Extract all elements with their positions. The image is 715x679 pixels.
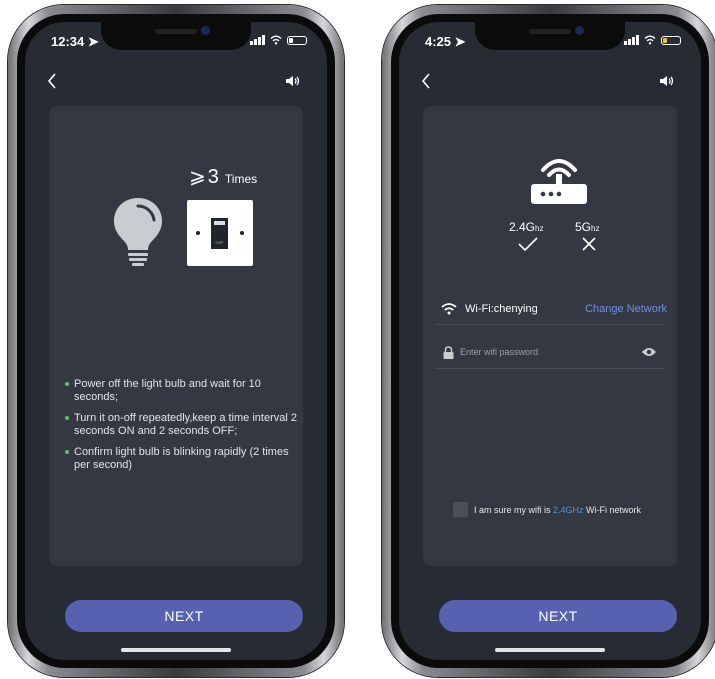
password-input[interactable] — [460, 347, 640, 357]
signal-icon — [624, 35, 639, 45]
eye-icon[interactable] — [641, 347, 657, 357]
close-icon — [582, 237, 596, 251]
change-network-link[interactable]: Change Network — [585, 303, 667, 315]
screen-reset-device: 12:34 ➤ ⩾ 3 Times OFF Power off the ligh… — [25, 22, 327, 660]
divider — [435, 324, 665, 325]
password-row — [443, 342, 657, 362]
notch — [101, 22, 251, 50]
confirm-checkbox[interactable] — [453, 502, 468, 517]
switch-screw — [196, 231, 200, 235]
list-item: Confirm light bulb is blinking rapidly (… — [65, 446, 305, 472]
back-icon[interactable] — [47, 72, 57, 90]
band-label-5: 5Ghz — [575, 220, 600, 234]
notch — [475, 22, 625, 50]
switch-rocker: OFF — [211, 218, 228, 249]
list-item: Power off the light bulb and wait for 10… — [65, 378, 305, 404]
phone-left: 12:34 ➤ ⩾ 3 Times OFF Power off the ligh… — [8, 5, 344, 677]
signal-icon — [250, 35, 265, 45]
next-button[interactable]: NEXT — [439, 600, 677, 632]
screen-wifi-setup: 4:25 ➤ 2.4Ghz 5Ghz Wi-Fi:chenying Change… — [399, 22, 701, 660]
confirm-text: I am sure my wifi is 2.4GHz Wi-Fi networ… — [474, 504, 642, 515]
wifi-status-icon — [270, 35, 282, 45]
wifi-card: 2.4Ghz 5Ghz Wi-Fi:chenying Change Networ… — [423, 106, 677, 566]
home-indicator[interactable] — [121, 648, 231, 652]
band-label-24: 2.4Ghz — [509, 220, 544, 234]
gte-symbol: ⩾ — [189, 166, 206, 188]
status-icons — [250, 35, 307, 45]
bulb-icon — [114, 198, 162, 266]
switch-icon: OFF — [187, 200, 253, 266]
wifi-status-icon — [644, 35, 656, 45]
instruction-list: Power off the light bulb and wait for 10… — [65, 378, 305, 480]
check-icon — [518, 237, 538, 252]
battery-icon — [661, 35, 681, 45]
battery-icon — [287, 35, 307, 45]
lock-icon — [443, 345, 454, 359]
instruction-card: ⩾ 3 Times OFF Power off the light bulb a… — [49, 106, 303, 566]
home-indicator[interactable] — [495, 648, 605, 652]
phone-bezel: 4:25 ➤ 2.4Ghz 5Ghz Wi-Fi:chenying Change… — [391, 14, 709, 668]
wifi-icon — [441, 303, 457, 315]
wifi-name: Wi-Fi:chenying — [465, 303, 538, 315]
wifi-network-row: Wi-Fi:chenying Change Network — [441, 298, 667, 320]
speaker-icon[interactable] — [285, 74, 301, 88]
divider — [435, 368, 665, 369]
status-time: 4:25 ➤ — [425, 34, 466, 49]
list-item: Turn it on-off repeatedly,keep a time in… — [65, 412, 305, 438]
times-count: 3 — [207, 166, 219, 188]
phone-right: 4:25 ➤ 2.4Ghz 5Ghz Wi-Fi:chenying Change… — [382, 5, 715, 677]
confirm-row: I am sure my wifi is 2.4GHz Wi-Fi networ… — [453, 502, 641, 517]
status-time: 12:34 ➤ — [51, 34, 99, 49]
switch-off-label: OFF — [215, 240, 224, 245]
next-button[interactable]: NEXT — [65, 600, 303, 632]
switch-screw — [240, 231, 244, 235]
phone-bezel: 12:34 ➤ ⩾ 3 Times OFF Power off the ligh… — [17, 14, 335, 668]
status-icons — [624, 35, 681, 45]
router-icon — [531, 159, 587, 204]
times-label: ⩾ 3 Times — [189, 164, 257, 189]
speaker-icon[interactable] — [659, 74, 675, 88]
back-icon[interactable] — [421, 72, 431, 90]
times-word: Times — [224, 172, 258, 186]
